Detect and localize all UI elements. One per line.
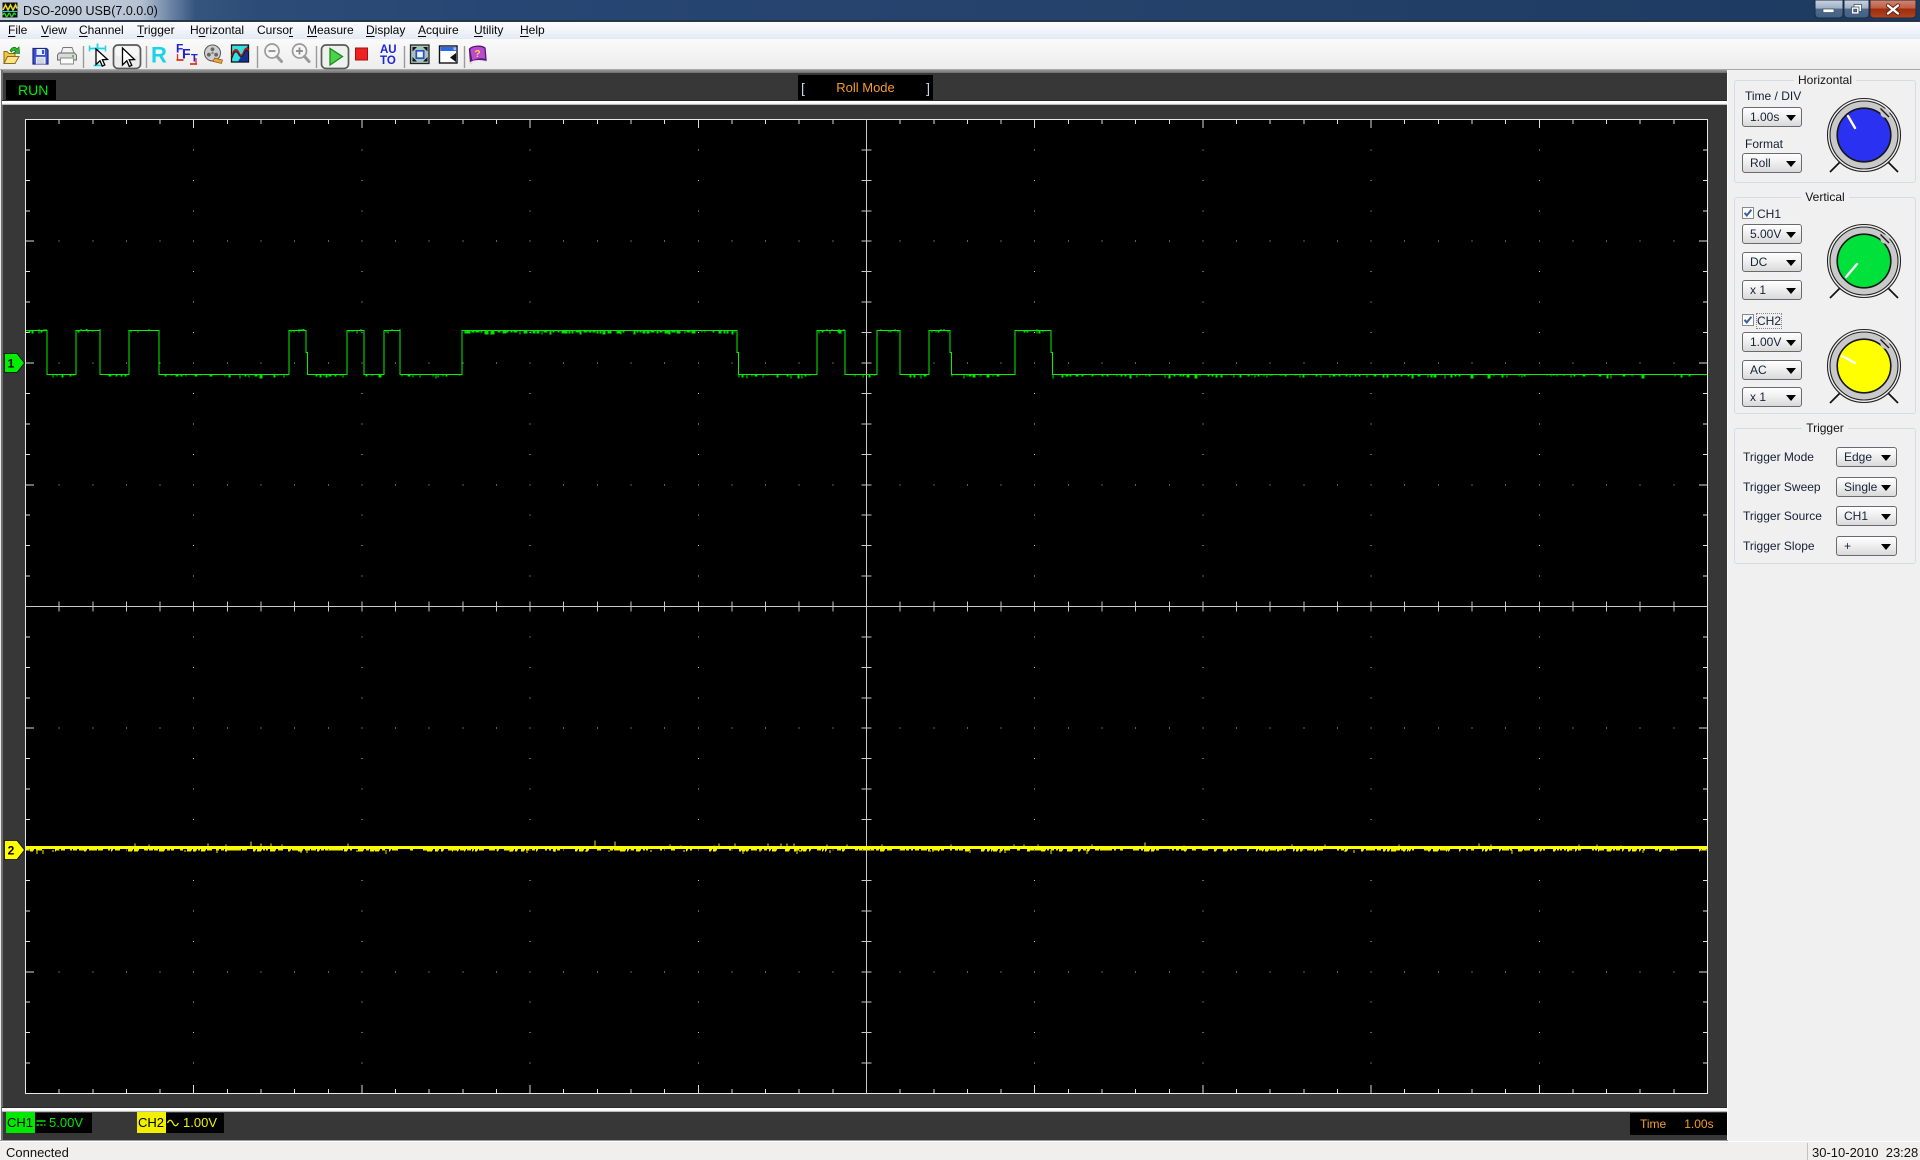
svg-text:T: T: [191, 53, 198, 65]
svg-text:F: F: [182, 46, 191, 62]
svg-text:2: 2: [8, 844, 15, 858]
svg-text:TO: TO: [380, 55, 396, 67]
svg-text:?: ?: [475, 49, 481, 60]
svg-text:R: R: [151, 43, 167, 68]
svg-text:1: 1: [8, 357, 15, 371]
